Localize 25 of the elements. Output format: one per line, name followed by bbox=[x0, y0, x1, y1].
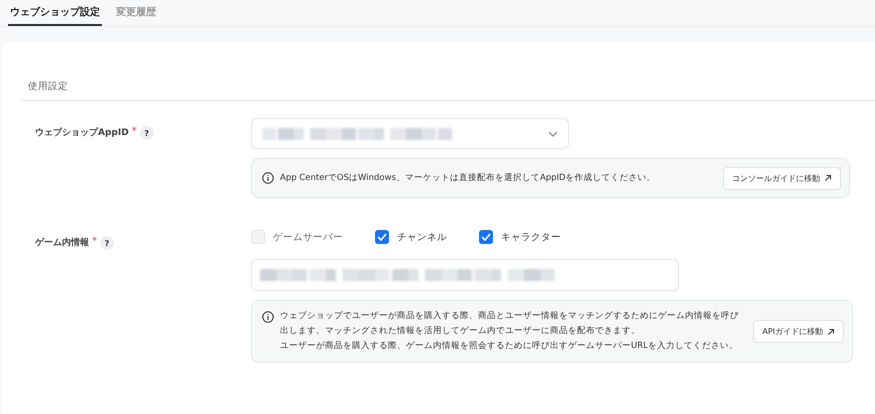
section-title: 使用設定 bbox=[20, 80, 875, 101]
checkbox-label: チャンネル bbox=[397, 230, 447, 244]
checkbox[interactable] bbox=[375, 230, 389, 244]
notice-text: ウェブショップでユーザーが商品を購入する際、商品とユーザー情報をマッチングするためにゲーム内情報を呼び出します。マッチングされた情報を活用してゲーム内でユーザーに商品を配布できます。 bbox=[280, 310, 740, 338]
required-mark: * bbox=[92, 236, 97, 247]
checkbox-label: キャラクター bbox=[501, 230, 561, 244]
server-url-field[interactable] bbox=[251, 259, 679, 291]
help-icon[interactable]: ? bbox=[140, 126, 154, 140]
field-label: ゲーム内情報 bbox=[35, 236, 89, 249]
checkbox-label: ゲームサーバー bbox=[273, 230, 343, 244]
help-icon[interactable]: ? bbox=[100, 236, 114, 250]
required-mark: * bbox=[132, 126, 137, 137]
checkbox[interactable] bbox=[479, 230, 493, 244]
guide-link-button[interactable]: APIガイドに移動 bbox=[753, 320, 844, 343]
notice-text: App CenterでOSはWindows、マーケットは直接配布を選択してAppIDを作成してください。 bbox=[280, 172, 657, 184]
field-label: ウェブショップAppID bbox=[35, 126, 129, 139]
notice-text: ユーザーが商品を購入する際、ゲーム内情報を照会するために呼び出すゲームサーバーURLを入力してください。 bbox=[280, 340, 739, 353]
guide-link-button[interactable]: コンソールガイドに移動 bbox=[723, 166, 841, 190]
external-link-icon bbox=[824, 174, 832, 182]
tab[interactable]: ウェブショップ設定 bbox=[8, 0, 102, 26]
info-icon bbox=[262, 311, 274, 323]
external-link-icon bbox=[827, 328, 835, 336]
chevron-down-icon bbox=[548, 130, 558, 136]
info-icon bbox=[262, 172, 274, 184]
appid-select[interactable] bbox=[251, 118, 569, 149]
